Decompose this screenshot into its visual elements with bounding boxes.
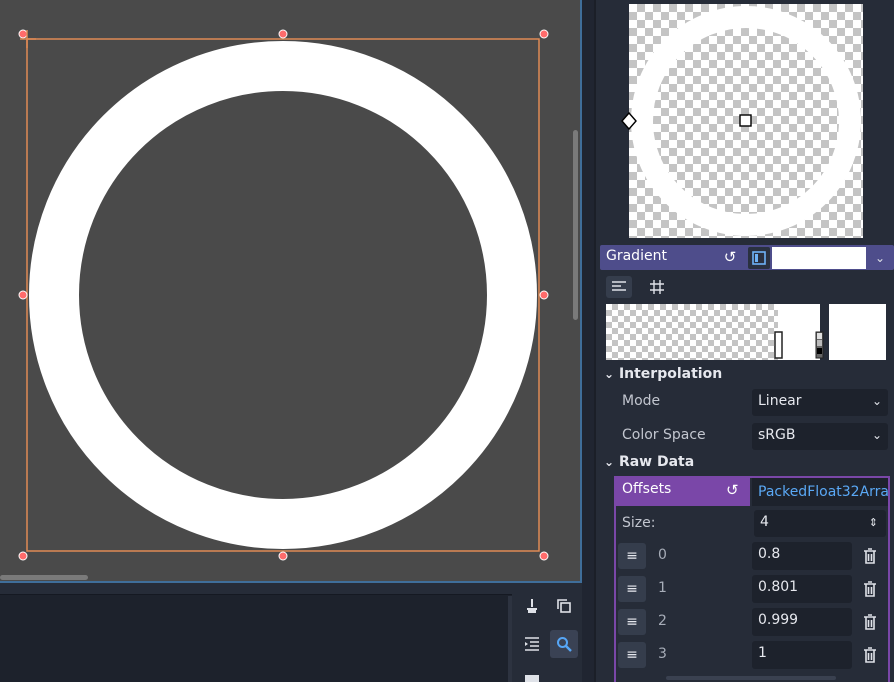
size-spinbox[interactable]: 4 ⇕: [754, 510, 886, 537]
search-output-button[interactable]: [550, 630, 578, 658]
search-icon: [557, 637, 572, 652]
drag-handle-icon[interactable]: ≡: [618, 642, 646, 668]
trash-icon[interactable]: [856, 642, 884, 668]
toggle-messages-button[interactable]: [518, 668, 546, 682]
align-icon: [612, 281, 626, 291]
chevron-down-icon[interactable]: ⌄: [868, 247, 892, 269]
raw-data-section-label: Raw Data: [618, 454, 695, 470]
color-space-select[interactable]: sRGB ⌄: [752, 423, 888, 450]
interpolation-section[interactable]: ⌄ Interpolation: [604, 366, 722, 382]
preview-handles: [621, 111, 752, 131]
list-indent-icon: [525, 637, 539, 651]
chevron-down-icon: ⌄: [604, 455, 615, 469]
drag-handle-icon[interactable]: ≡: [618, 609, 646, 635]
array-value-field[interactable]: 0.801: [752, 575, 852, 603]
raw-data-section[interactable]: ⌄ Raw Data: [604, 454, 694, 470]
ring-texture: [29, 41, 537, 549]
gradient-property-label: Gradient: [606, 248, 667, 264]
reverse-gradient-button[interactable]: [606, 276, 632, 298]
array-value-field[interactable]: 1: [752, 641, 852, 669]
array-index: 1: [658, 580, 667, 596]
square-handle-icon[interactable]: [739, 114, 752, 127]
clear-output-button[interactable]: [518, 592, 546, 620]
canvas-viewport[interactable]: [0, 0, 582, 583]
revert-icon[interactable]: ↺: [726, 481, 739, 499]
array-index: 3: [658, 646, 667, 662]
offsets-array-button[interactable]: PackedFloat32Arra: [752, 478, 888, 506]
gradient-ramp[interactable]: [606, 304, 886, 360]
trash-icon[interactable]: [856, 576, 884, 602]
trash-icon[interactable]: [856, 543, 884, 569]
copy-icon: [557, 599, 571, 613]
grid-snap-icon: [650, 280, 664, 294]
spinner-arrows-icon[interactable]: ⇕: [869, 510, 878, 535]
viewport-canvas: [18, 29, 549, 561]
array-value-field[interactable]: 0.999: [752, 608, 852, 636]
handle-right[interactable]: [539, 290, 549, 300]
handle-bottom[interactable]: [278, 551, 288, 561]
resource-icon[interactable]: [748, 247, 770, 269]
size-value: 4: [760, 514, 769, 530]
trash-icon[interactable]: [856, 609, 884, 635]
viewport-vertical-scrollbar[interactable]: [573, 130, 578, 320]
collapse-duplicates-button[interactable]: [518, 630, 546, 658]
color-space-label: Color Space: [622, 427, 706, 443]
offsets-label: Offsets: [622, 481, 672, 497]
copy-output-button[interactable]: [550, 592, 578, 620]
handle-top[interactable]: [278, 29, 288, 39]
gradient-swatch[interactable]: [772, 247, 866, 269]
chevron-down-icon: ⌄: [871, 394, 882, 408]
mode-select[interactable]: Linear ⌄: [752, 389, 888, 416]
mode-label: Mode: [622, 393, 661, 409]
handle-top-left[interactable]: [18, 29, 28, 39]
mode-value: Linear: [758, 393, 802, 409]
broom-icon: [527, 599, 537, 613]
array-value-field[interactable]: 0.8: [752, 542, 852, 570]
size-label: Size:: [622, 515, 656, 531]
grid-snap-button[interactable]: [644, 276, 670, 298]
handle-bottom-right[interactable]: [539, 551, 549, 561]
chevron-down-icon: ⌄: [871, 428, 882, 442]
output-log-scrollbar[interactable]: [508, 596, 512, 682]
gradient-resource-icon: [752, 251, 766, 265]
array-pagination-bar[interactable]: [666, 676, 836, 680]
gradient-ramp-stops: [774, 304, 886, 360]
stop-handle[interactable]: [774, 331, 783, 359]
panel-splitter[interactable]: [582, 0, 594, 682]
color-space-value: sRGB: [758, 427, 796, 443]
viewport-horizontal-scrollbar[interactable]: [0, 575, 88, 580]
diamond-handle-icon[interactable]: [621, 111, 637, 131]
interpolation-section-label: Interpolation: [618, 366, 723, 382]
handle-top-right[interactable]: [539, 29, 549, 39]
revert-icon[interactable]: ↺: [720, 248, 740, 268]
chevron-down-icon: ⌄: [604, 367, 615, 381]
drag-handle-icon[interactable]: ≡: [618, 576, 646, 602]
handle-bottom-left[interactable]: [18, 551, 28, 561]
handle-left[interactable]: [18, 290, 28, 300]
message-icon: [525, 675, 539, 682]
output-log[interactable]: [0, 594, 512, 682]
array-index: 2: [658, 613, 667, 629]
drag-handle-icon[interactable]: ≡: [618, 543, 646, 569]
array-index: 0: [658, 547, 667, 563]
